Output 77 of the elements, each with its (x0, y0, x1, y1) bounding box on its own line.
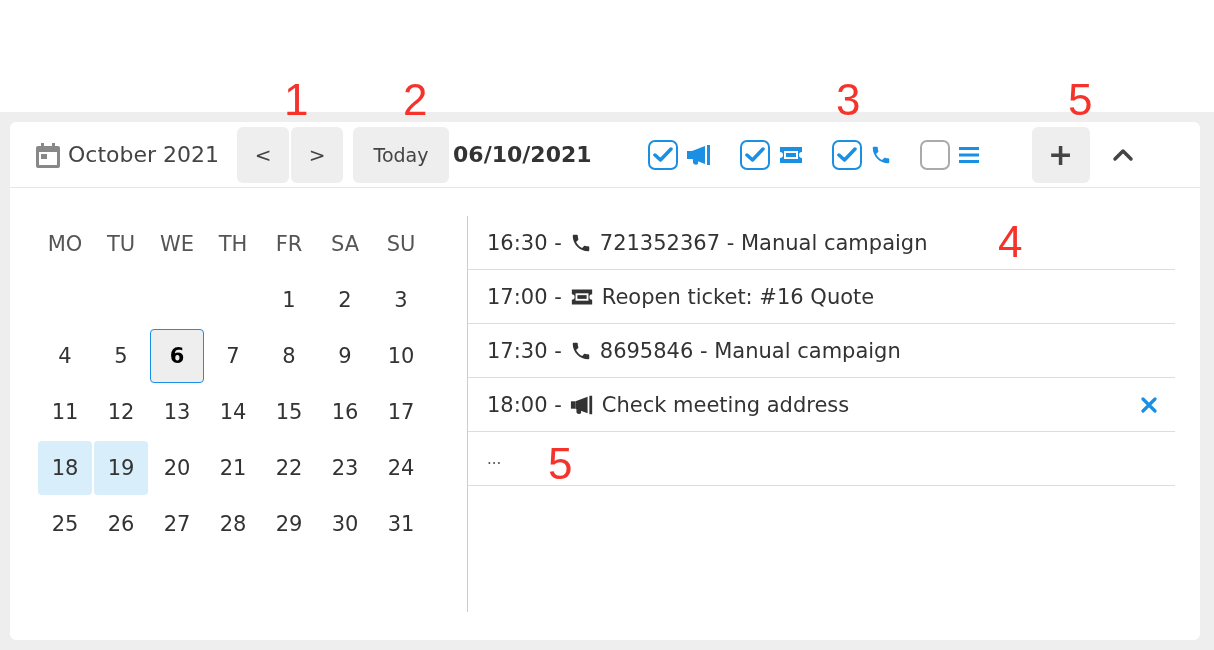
calendar-day[interactable]: 27 (150, 497, 204, 551)
list-icon (957, 144, 980, 165)
filter-checkbox[interactable] (739, 139, 770, 170)
annotation-number: 5 (1068, 78, 1093, 122)
calendar-day[interactable]: 11 (38, 385, 92, 439)
annotation-number: 2 (403, 78, 428, 122)
weekday-label: SU (385, 231, 417, 258)
calendar-day[interactable]: 17 (374, 385, 428, 439)
megaphone-icon (685, 143, 712, 166)
calendar-day[interactable]: 18 (38, 441, 92, 495)
calendar-day[interactable]: 22 (262, 441, 316, 495)
annotation-number: 3 (836, 78, 861, 122)
event-row[interactable]: 17:30 - 8695846 - Manual campaign (468, 324, 1175, 378)
calendar-day[interactable]: 15 (262, 385, 316, 439)
calendar-day[interactable]: 10 (374, 329, 428, 383)
event-title: 8695846 - Manual campaign (599, 338, 901, 363)
event-time: 17:00 - (487, 284, 562, 309)
calendar-day[interactable]: 7 (206, 329, 260, 383)
calendar-day[interactable]: 5 (94, 329, 148, 383)
filter-checkbox[interactable] (919, 139, 950, 170)
checkmark-icon (836, 146, 857, 163)
month-title: October 2021 (68, 142, 220, 167)
add-button[interactable]: + (1031, 126, 1090, 183)
calendar-day[interactable]: 31 (374, 497, 428, 551)
today-button[interactable]: Today (353, 126, 450, 183)
event-time: 16:30 - (487, 230, 562, 255)
next-button[interactable]: > (291, 126, 344, 183)
annotation-number: 4 (998, 220, 1023, 264)
calendar-day[interactable]: 12 (94, 385, 148, 439)
calendar-day[interactable]: 2 (318, 273, 372, 327)
checkmark-icon (744, 146, 765, 163)
calendar-day[interactable]: 6 (150, 329, 204, 383)
ticket-icon (569, 287, 594, 306)
current-date: 06/10/2021 (453, 142, 592, 167)
calendar-day[interactable]: 19 (94, 441, 148, 495)
event-time: 18:00 - (487, 392, 562, 417)
annotation-number: 5 (548, 442, 573, 486)
ticket-icon (777, 145, 804, 164)
previous-button[interactable]: < (237, 126, 290, 183)
annotation-number: 1 (284, 78, 309, 122)
weekday-label: MO (46, 231, 84, 258)
filter-checkbox[interactable] (831, 139, 862, 170)
event-row[interactable]: 17:00 - Reopen ticket: #16 Quote (468, 270, 1175, 324)
calendar-day[interactable]: 26 (94, 497, 148, 551)
megaphone-icon (569, 393, 594, 416)
calendar-day[interactable]: 21 (206, 441, 260, 495)
calendar-day[interactable]: 28 (206, 497, 260, 551)
event-title: Check meeting address (601, 392, 850, 417)
close-icon[interactable] (1141, 396, 1157, 413)
calendar-day[interactable]: 30 (318, 497, 372, 551)
calendar-day[interactable]: 4 (38, 329, 92, 383)
calendar-day[interactable]: 23 (318, 441, 372, 495)
event-row[interactable]: 18:00 - Check meeting address (468, 378, 1175, 432)
weekday-label: FR (274, 231, 304, 258)
checkmark-icon (652, 146, 673, 163)
weekday-label: SA (329, 231, 361, 258)
calendar-icon (36, 141, 60, 168)
event-time: 17:30 - (487, 338, 562, 363)
calendar-day[interactable]: 1 (262, 273, 316, 327)
collapse-icon[interactable] (1111, 147, 1134, 162)
weekday-label: WE (158, 231, 195, 258)
event-title: 721352367 - Manual campaign (599, 230, 928, 255)
calendar-day[interactable]: 9 (318, 329, 372, 383)
calendar-day[interactable]: 16 (318, 385, 372, 439)
calendar-day[interactable]: 8 (262, 329, 316, 383)
calendar-day[interactable]: 24 (374, 441, 428, 495)
calendar-day[interactable]: 14 (206, 385, 260, 439)
weekday-label: TU (105, 231, 137, 258)
calendar-day[interactable]: 29 (262, 497, 316, 551)
calendar-day[interactable]: 3 (374, 273, 428, 327)
calendar-day[interactable]: 20 (150, 441, 204, 495)
filter-checkbox[interactable] (647, 139, 678, 170)
event-title: Reopen ticket: #16 Quote (601, 284, 875, 309)
more-events-link[interactable]: ... (487, 449, 502, 468)
weekday-label: TH (217, 231, 249, 258)
calendar-day[interactable]: 25 (38, 497, 92, 551)
calendar-day[interactable]: 13 (150, 385, 204, 439)
